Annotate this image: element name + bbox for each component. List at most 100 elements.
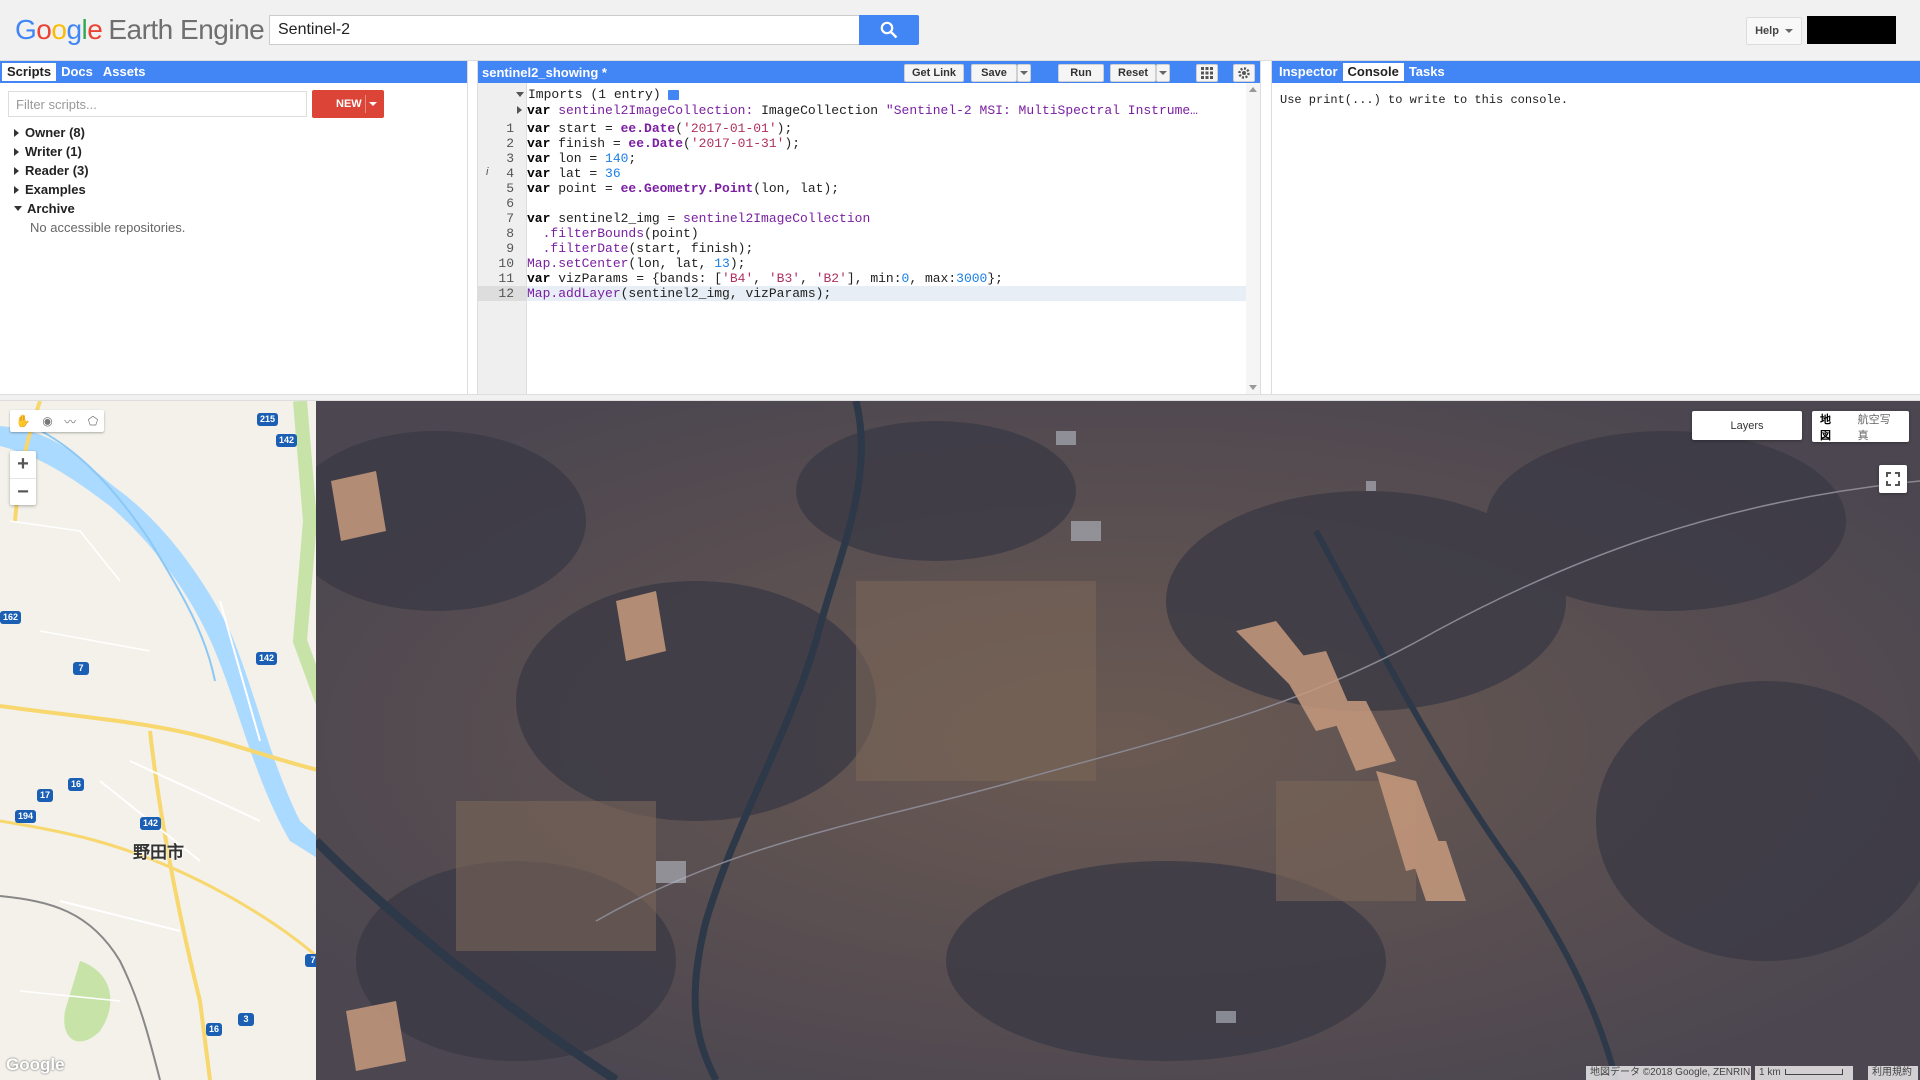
line-number: 11 [498,271,514,286]
route-shield: 142 [276,434,298,447]
code-editor[interactable]: Imports (1 entry) var sentinel2ImageColl… [516,83,1246,394]
search-icon [880,21,898,39]
google-watermark: Google [6,1055,65,1074]
code-toolbar: sentinel2_showing * Get Link Save Run Re… [478,61,1260,83]
line-number: 6 [506,196,514,211]
code-line-11: var vizParams = {bands: ['B4', 'B3', 'B2… [527,271,1003,286]
left-tabbar: Scripts Docs Assets [0,61,467,83]
route-shield: 17 [37,789,54,802]
tab-tasks[interactable]: Tasks [1404,63,1450,81]
imports-info-icon[interactable] [668,89,680,100]
map-type-roadmap[interactable]: 地図 [1812,411,1850,443]
line-number: 4 [506,166,514,181]
editor-scrollbar[interactable] [1246,83,1260,394]
layers-button[interactable]: Layers [1692,411,1802,440]
line-number: 5 [506,181,514,196]
polygon-tool-icon[interactable]: ⬠ [88,414,98,428]
gear-icon [1238,67,1250,79]
map-view[interactable]: 215 142 142 142 16 17 194 7 162 3 16 7 野… [0,401,1920,1080]
new-button-divider [365,95,366,113]
info-marker-icon[interactable]: i [486,166,488,178]
map-type-satellite[interactable]: 航空写真 [1850,411,1909,443]
line-number: 8 [506,226,514,241]
reset-dropdown[interactable] [1156,64,1170,82]
satellite-graphics [286,401,1920,1080]
account-button[interactable] [1807,16,1896,44]
route-shield: 162 [0,611,22,624]
line-tool-icon[interactable]: 〰 [64,413,76,430]
map-type-control: 地図 航空写真 [1812,411,1909,442]
scroll-down-icon[interactable] [1249,385,1257,390]
tab-console[interactable]: Console [1342,63,1404,81]
tab-inspector[interactable]: Inspector [1274,63,1343,81]
tree-item-archive[interactable]: Archive [14,199,185,218]
search-button[interactable] [859,15,919,45]
hand-tool-icon[interactable]: ✋ [16,414,31,428]
tab-assets[interactable]: Assets [98,63,151,81]
zoom-in-button[interactable]: + [10,451,36,478]
code-line-2: var finish = ee.Date('2017-01-31'); [527,136,801,151]
scale-bar-line [1784,1069,1843,1076]
tree-item-reader[interactable]: Reader (3) [14,161,185,180]
line-number-gutter: 1 2 3 4 i 5 6 7 8 9 10 11 12 [478,83,527,394]
fullscreen-button[interactable] [1879,465,1907,493]
satellite-layer [286,401,1920,1080]
apps-button[interactable] [1196,64,1218,82]
line-number: 2 [506,136,514,151]
earth-engine-logo[interactable]: Google Earth Engine [15,14,265,46]
roadmap-layer: 215 142 142 142 16 17 194 7 162 3 16 7 野… [0,401,329,1080]
settings-button[interactable] [1233,64,1255,82]
get-link-button[interactable]: Get Link [904,64,964,82]
reset-button[interactable]: Reset [1110,64,1156,82]
zoom-out-button[interactable]: − [10,478,36,505]
code-line-9: .filterDate(start, finish); [542,241,754,256]
tree-item-examples[interactable]: Examples [14,180,185,199]
route-shield: 16 [68,778,85,791]
imports-row[interactable]: Imports (1 entry) [516,87,1246,102]
new-button[interactable]: NEW [312,90,384,118]
tab-scripts[interactable]: Scripts [2,63,57,81]
run-button[interactable]: Run [1058,64,1104,82]
tab-docs[interactable]: Docs [56,63,98,81]
tree-item-writer[interactable]: Writer (1) [14,142,185,161]
city-label: 野田市 [133,843,184,862]
code-editor-panel: sentinel2_showing * Get Link Save Run Re… [477,61,1261,394]
expand-icon [14,166,19,175]
tree-item-owner[interactable]: Owner (8) [14,123,185,142]
scale-bar[interactable]: 1 km [1755,1066,1853,1080]
help-button[interactable]: Help [1746,17,1802,45]
line-number-active: 12 [478,286,527,301]
code-line-5: var point = ee.Geometry.Point(lon, lat); [527,181,840,196]
code-line-10: Map.setCenter(lon, lat, 13); [527,256,746,271]
code-line-12: Map.addLayer(sentinel2_img, vizParams); [527,286,1246,301]
code-line-4: var lat = 36 [527,166,621,181]
route-shield: 142 [140,817,162,830]
search-input[interactable]: Sentinel-2 [269,15,859,45]
expand-icon[interactable] [517,106,522,114]
chevron-down-icon [1020,71,1028,75]
code-line-7: var sentinel2_img = sentinel2ImageCollec… [527,211,871,226]
filter-scripts-input[interactable]: Filter scripts... [8,91,307,117]
right-tabbar: Inspector Console Tasks [1272,61,1920,83]
chevron-down-icon[interactable] [369,102,377,106]
panel-splitter[interactable] [0,394,1920,401]
save-dropdown[interactable] [1017,64,1031,82]
line-number: 1 [506,121,514,136]
script-tree: Owner (8) Writer (1) Reader (3) Examples… [14,123,185,237]
scroll-up-icon[interactable] [1249,87,1257,92]
expand-icon [14,128,19,137]
chevron-down-icon [1159,71,1167,75]
roadmap-graphics [0,401,329,1080]
import-entry[interactable]: var sentinel2ImageCollection: ImageColle… [517,103,1246,118]
terms-link[interactable]: 利用規約 [1868,1066,1918,1080]
route-shield: 7 [73,662,89,675]
collapse-icon[interactable] [516,92,524,97]
map-attribution: 地図データ ©2018 Google, ZENRIN [1586,1066,1751,1080]
marker-tool-icon[interactable]: ◉ [42,414,52,428]
code-line-3: var lon = 140; [527,151,637,166]
route-shield: 142 [256,652,278,665]
route-shield: 16 [206,1023,223,1036]
route-shield: 215 [257,413,279,426]
save-button[interactable]: Save [971,64,1017,82]
drawing-tools: ✋ ◉ 〰 ⬠ [10,410,104,432]
